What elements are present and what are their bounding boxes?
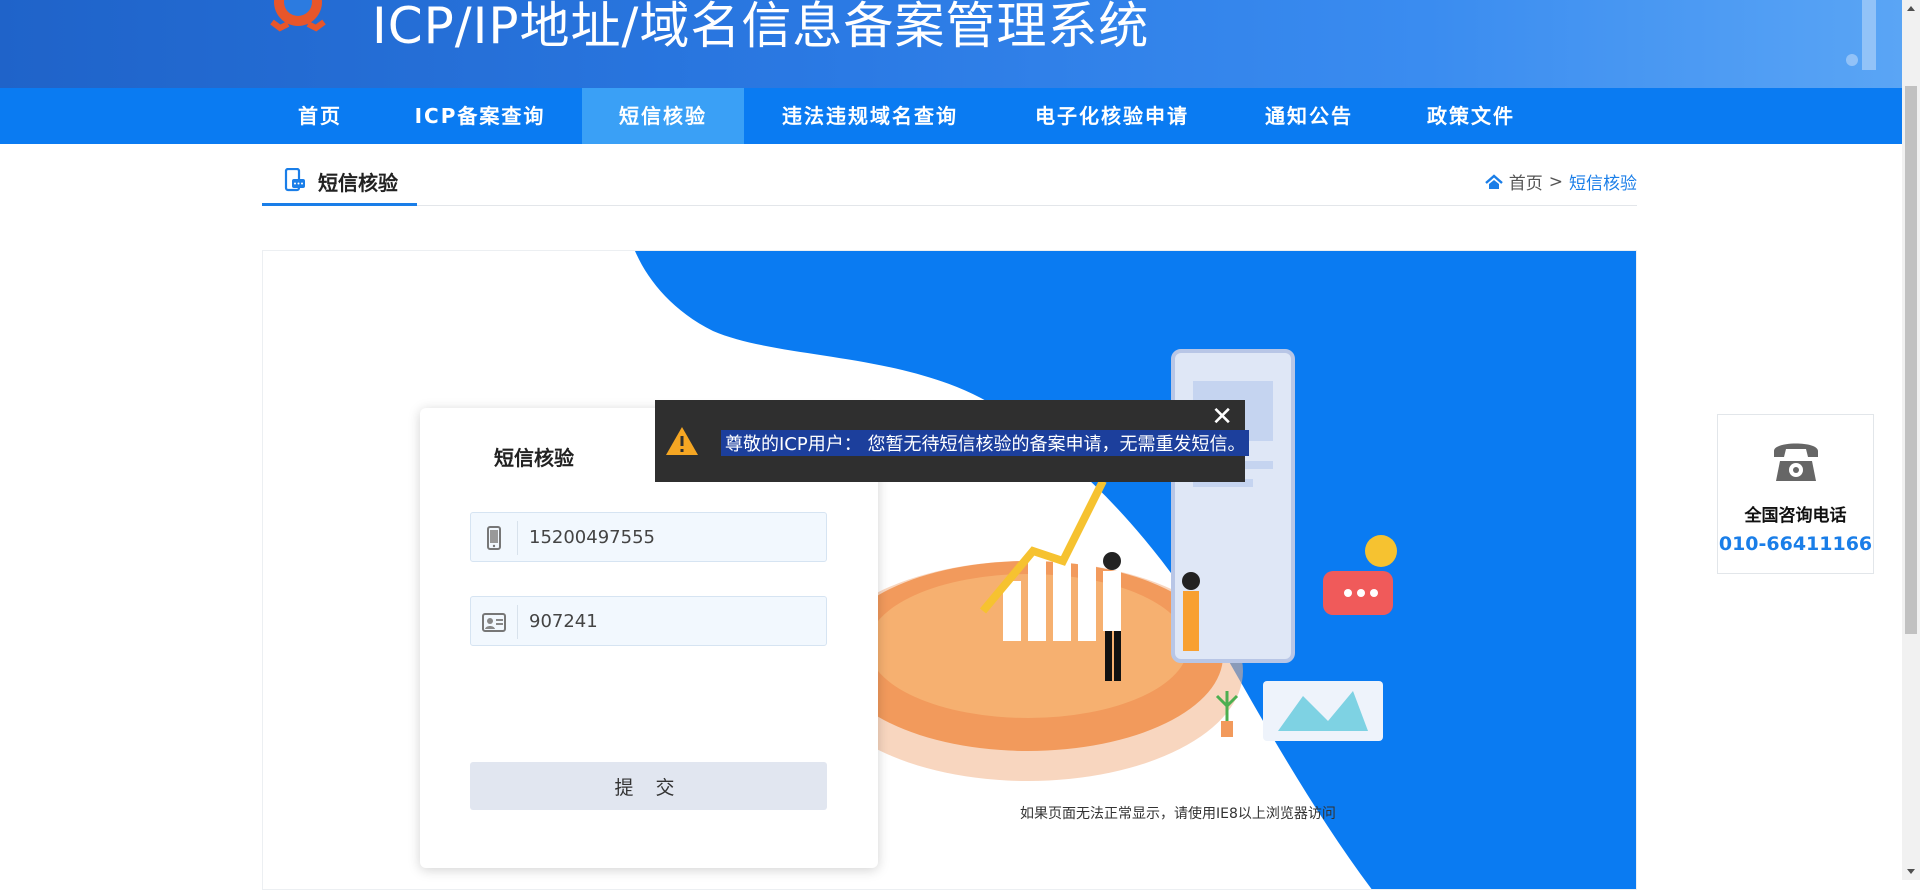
section-title: 短信核验 (318, 171, 398, 195)
id-card-icon (482, 613, 506, 632)
main-nav: 首页 ICP备案查询 短信核验 违法违规域名查询 电子化核验申请 通知公告 政策… (0, 88, 1902, 144)
nav-notices[interactable]: 通知公告 (1228, 88, 1390, 144)
section-header: 短信核验 首页 > 短信核验 (262, 160, 1637, 206)
close-icon[interactable]: ✕ (1211, 404, 1233, 430)
form-title: 短信核验 (494, 446, 574, 470)
scroll-up-icon[interactable] (1902, 0, 1920, 18)
field-separator (517, 605, 518, 639)
nav-illegal-domain[interactable]: 违法违规域名查询 (744, 88, 996, 144)
toast-message: 尊敬的ICP用户： 您暂无待短信核验的备案申请，无需重发短信。 (721, 430, 1250, 456)
sms-phone-icon (284, 168, 305, 192)
verification-code-input[interactable] (529, 597, 819, 645)
contact-box: 全国咨询电话 010-66411166 (1717, 414, 1874, 574)
header-decoration (1846, 0, 1876, 70)
phone-input[interactable] (529, 513, 819, 561)
system-title: ICP/IP地址/域名信息备案管理系统 (372, 0, 1150, 55)
breadcrumb-separator: > (1548, 171, 1563, 192)
breadcrumb: 首页 > 短信核验 (1484, 169, 1637, 194)
breadcrumb-home[interactable]: 首页 (1509, 169, 1543, 194)
site-header: ICP/IP地址/域名信息备案管理系统 (0, 0, 1902, 88)
alert-toast: 尊敬的ICP用户： 您暂无待短信核验的备案申请，无需重发短信。 ✕ (655, 400, 1250, 482)
contact-label: 全国咨询电话 (1744, 506, 1847, 526)
logo-icon (270, 0, 326, 32)
home-icon (1484, 173, 1503, 189)
submit-button[interactable]: 提 交 (470, 762, 827, 810)
page-scrollbar[interactable] (1902, 0, 1920, 880)
nav-home[interactable]: 首页 (262, 88, 378, 144)
field-separator (517, 521, 518, 555)
contact-number: 010-66411166 (1718, 533, 1873, 555)
nav-icp-query[interactable]: ICP备案查询 (378, 88, 582, 144)
nav-sms-verify[interactable]: 短信核验 (582, 88, 744, 144)
mobile-phone-icon (487, 526, 501, 550)
phone-field[interactable] (470, 512, 827, 562)
scrollbar-thumb[interactable] (1905, 86, 1917, 634)
browser-notice: 如果页面无法正常显示，请使用IE8以上浏览器访问 (1020, 806, 1336, 822)
section-tab: 短信核验 (262, 160, 417, 206)
nav-policy[interactable]: 政策文件 (1390, 88, 1552, 144)
nav-e-verify[interactable]: 电子化核验申请 (996, 88, 1228, 144)
warning-icon (666, 427, 698, 455)
scroll-down-icon[interactable] (1902, 862, 1920, 880)
telephone-icon (1774, 443, 1818, 481)
code-field[interactable] (470, 596, 827, 646)
breadcrumb-current: 短信核验 (1569, 174, 1637, 194)
